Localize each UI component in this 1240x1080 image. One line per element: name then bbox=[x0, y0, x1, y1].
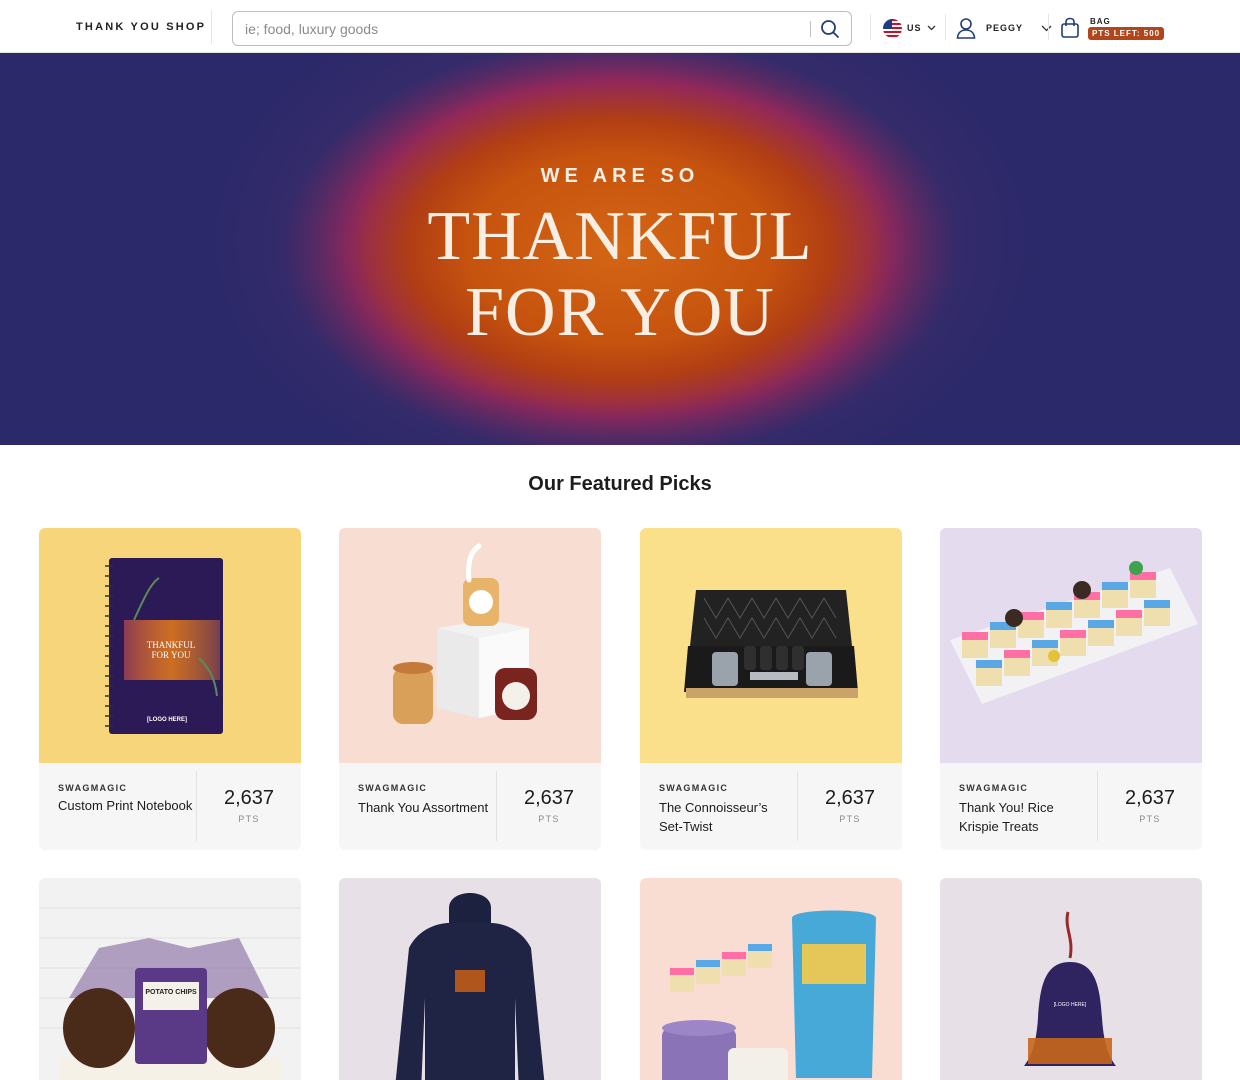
points-unit: PTS bbox=[238, 814, 260, 824]
product-points: 2,637 bbox=[523, 787, 575, 809]
bag-button[interactable]: BAG PTS LEFT: 500 bbox=[1060, 14, 1165, 42]
product-name: Thank You Assortment bbox=[358, 800, 489, 815]
product-image bbox=[940, 528, 1202, 763]
points-unit: PTS bbox=[1139, 814, 1161, 824]
us-flag-icon bbox=[883, 18, 902, 38]
product-info: SWAGMAGIC Custom Print Notebook 2,637 PT… bbox=[39, 763, 301, 850]
locale-selector[interactable]: US bbox=[883, 18, 936, 38]
search-icon bbox=[821, 20, 839, 38]
bell-ornament-image: [LOGO HERE] bbox=[1024, 911, 1116, 1066]
chevron-down-icon bbox=[927, 25, 935, 31]
product-vendor: SWAGMAGIC bbox=[358, 783, 428, 793]
points-left-badge: PTS LEFT: 500 bbox=[1088, 26, 1165, 40]
user-name: PEGGY bbox=[986, 23, 1024, 33]
divider bbox=[211, 10, 212, 44]
product-name: Custom Print Notebook bbox=[58, 798, 193, 813]
hero-title-line1: THANKFUL bbox=[427, 198, 813, 275]
top-header: THANK YOU SHOP US PEGGY bbox=[0, 0, 1240, 53]
divider bbox=[1048, 14, 1049, 40]
product-image: [LOGO HERE] bbox=[940, 878, 1202, 1080]
product-image bbox=[640, 528, 902, 763]
divider bbox=[810, 21, 811, 37]
product-card[interactable]: [LOGO HERE] bbox=[940, 878, 1202, 1080]
search-bar bbox=[232, 11, 852, 46]
hoodie-image bbox=[395, 893, 545, 1080]
hero-title-line2: FOR YOU bbox=[465, 274, 775, 351]
product-info: SWAGMAGIC Thank You Assortment 2,637 PTS bbox=[339, 763, 601, 850]
search-button[interactable] bbox=[817, 16, 843, 42]
svg-text:THANKFUL: THANKFUL bbox=[147, 640, 196, 650]
treats-tray-image bbox=[950, 561, 1198, 704]
section-title: Our Featured Picks bbox=[528, 473, 712, 495]
divider bbox=[945, 14, 946, 40]
user-icon bbox=[956, 18, 976, 39]
snack-basket-image: POTATO CHIPS bbox=[39, 907, 301, 1080]
cookies-candle-image bbox=[662, 910, 876, 1080]
shopping-bag-icon bbox=[1061, 17, 1079, 38]
hero-content: WE ARE SO THANKFUL FOR YOU bbox=[0, 53, 1240, 445]
product-info: SWAGMAGIC Thank You! Rice Krispie Treats… bbox=[940, 763, 1202, 850]
divider bbox=[870, 14, 871, 40]
notebook-image: THANKFUL FOR YOU [LOGO HERE] bbox=[105, 558, 223, 734]
product-name: The Connoisseur’s Set-Twist bbox=[659, 800, 768, 834]
product-card[interactable]: SWAGMAGIC The Connoisseur’s Set-Twist 2,… bbox=[640, 528, 902, 850]
svg-text:[LOGO HERE]: [LOGO HERE] bbox=[147, 717, 187, 723]
chevron-down-icon bbox=[1041, 25, 1052, 31]
shop-logo[interactable]: THANK YOU SHOP bbox=[76, 21, 206, 33]
product-vendor: SWAGMAGIC bbox=[659, 783, 729, 793]
hero-banner: WE ARE SO THANKFUL FOR YOU bbox=[0, 53, 1240, 445]
svg-text:POTATO CHIPS: POTATO CHIPS bbox=[145, 989, 197, 996]
bag-info: BAG PTS LEFT: 500 bbox=[1088, 16, 1165, 40]
product-info: SWAGMAGIC The Connoisseur’s Set-Twist 2,… bbox=[640, 763, 902, 850]
locale-label: US bbox=[907, 23, 922, 33]
product-image bbox=[339, 878, 601, 1080]
points-unit: PTS bbox=[538, 814, 560, 824]
bag-label: BAG bbox=[1090, 16, 1111, 26]
hero-kicker: WE ARE SO bbox=[540, 165, 700, 187]
svg-text:[LOGO HERE]: [LOGO HERE] bbox=[1054, 1002, 1087, 1008]
gift-box-image bbox=[684, 590, 858, 698]
product-image: THANKFUL FOR YOU [LOGO HERE] bbox=[39, 528, 301, 763]
product-points: 2,637 bbox=[223, 787, 275, 809]
assortment-image bbox=[393, 543, 537, 724]
product-image bbox=[339, 528, 601, 763]
product-card[interactable]: SWAGMAGIC Thank You Assortment 2,637 PTS bbox=[339, 528, 601, 850]
product-image: POTATO CHIPS bbox=[39, 878, 301, 1080]
svg-text:FOR YOU: FOR YOU bbox=[152, 650, 191, 660]
product-card[interactable] bbox=[640, 878, 902, 1080]
user-menu[interactable]: PEGGY bbox=[956, 17, 1052, 39]
product-vendor: SWAGMAGIC bbox=[959, 783, 1029, 793]
points-unit: PTS bbox=[839, 814, 861, 824]
product-card[interactable] bbox=[339, 878, 601, 1080]
product-image bbox=[640, 878, 902, 1080]
product-points: 2,637 bbox=[1124, 787, 1176, 809]
product-name: Thank You! Rice Krispie Treats bbox=[959, 800, 1054, 834]
product-points: 2,637 bbox=[824, 787, 876, 809]
product-card[interactable]: SWAGMAGIC Thank You! Rice Krispie Treats… bbox=[940, 528, 1202, 850]
product-card[interactable]: POTATO CHIPS bbox=[39, 878, 301, 1080]
product-card[interactable]: THANKFUL FOR YOU [LOGO HERE] SWAGMAGIC C… bbox=[39, 528, 301, 850]
product-vendor: SWAGMAGIC bbox=[58, 783, 128, 793]
search-input[interactable] bbox=[245, 18, 805, 40]
